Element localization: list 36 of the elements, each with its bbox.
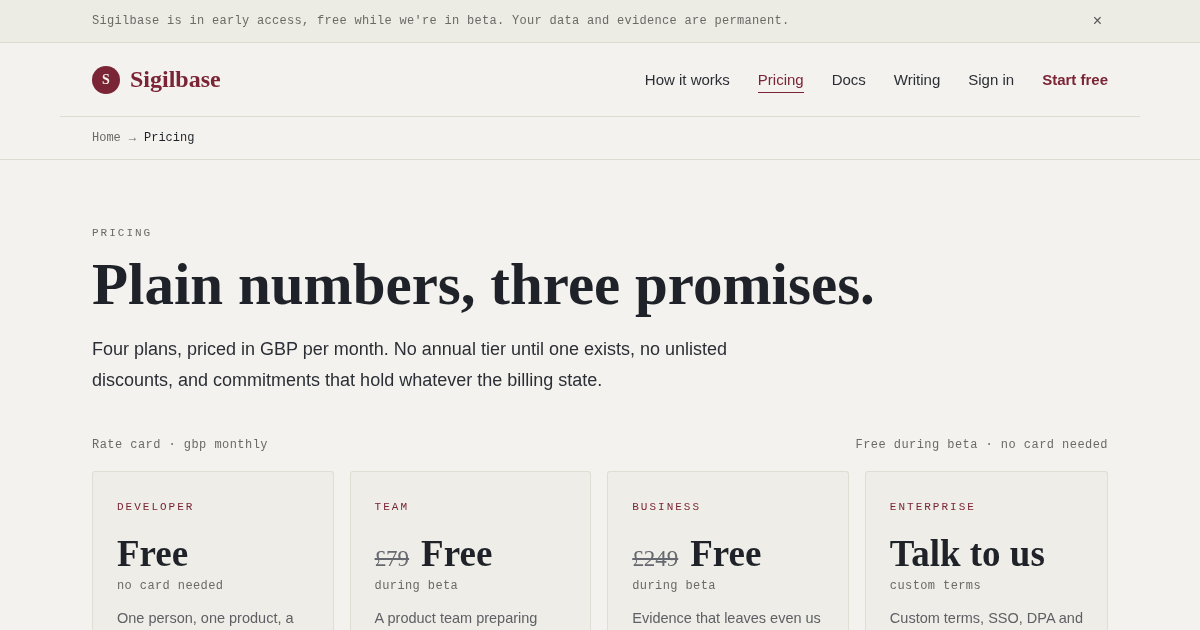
nav-link[interactable]: Sign in: [968, 66, 1015, 93]
plan-price: Free: [421, 532, 493, 576]
logo-mark: S: [92, 65, 120, 94]
plan-description: Custom terms, SSO, DPA and: [889, 609, 1083, 628]
plan-name: ENTERPRISE: [889, 500, 977, 514]
cta-link[interactable]: Start free: [1042, 66, 1108, 93]
price-note: during beta: [374, 578, 460, 594]
breadcrumb-link[interactable]: Home: [92, 131, 121, 145]
original-price: £79: [374, 546, 410, 572]
rate-card-caption: Rate card · gbp monthly: [92, 437, 268, 453]
plan-name: DEVELOPER: [117, 500, 196, 514]
plan-name: TEAM: [374, 500, 410, 514]
breadcrumb-separator: →: [128, 131, 136, 145]
page-heading: Plain numbers, three promises.: [92, 252, 876, 316]
close-button[interactable]: ×: [1086, 12, 1108, 30]
original-price: £249: [632, 546, 679, 572]
banner-message: Sigilbase is in early access, free while we're in beta. Your data and evidence are permanent.: [92, 14, 790, 28]
plan-description: A product team preparing: [374, 609, 539, 628]
eyebrow-label: PRICING: [92, 226, 154, 240]
breadcrumb-current: Pricing: [144, 131, 195, 145]
plan-description: Evidence that leaves even us: [632, 609, 822, 628]
lead-paragraph: Four plans, priced in GBP per month. No annual tier until one exists, no unlisted discounts, and commitments that hold whatever the billing state.: [92, 338, 729, 392]
price-note: no card needed: [117, 578, 225, 594]
plan-price: Free: [690, 532, 762, 576]
plan-description: One person, one product, a: [117, 609, 295, 628]
nav-link[interactable]: Writing: [893, 66, 941, 93]
rate-card-note: Free during beta · no card needed: [855, 437, 1108, 453]
nav-link[interactable]: Docs: [831, 66, 866, 93]
brand-name: Sigilbase: [130, 66, 221, 93]
price-note: custom terms: [889, 578, 983, 594]
plan-name: BUSINESS: [632, 500, 703, 514]
price-note: during beta: [632, 578, 717, 594]
plan-price: Free: [117, 532, 189, 576]
nav-link[interactable]: Pricing: [757, 66, 804, 93]
plan-price: Talk to us: [889, 532, 1045, 576]
nav-link[interactable]: How it works: [644, 66, 730, 93]
